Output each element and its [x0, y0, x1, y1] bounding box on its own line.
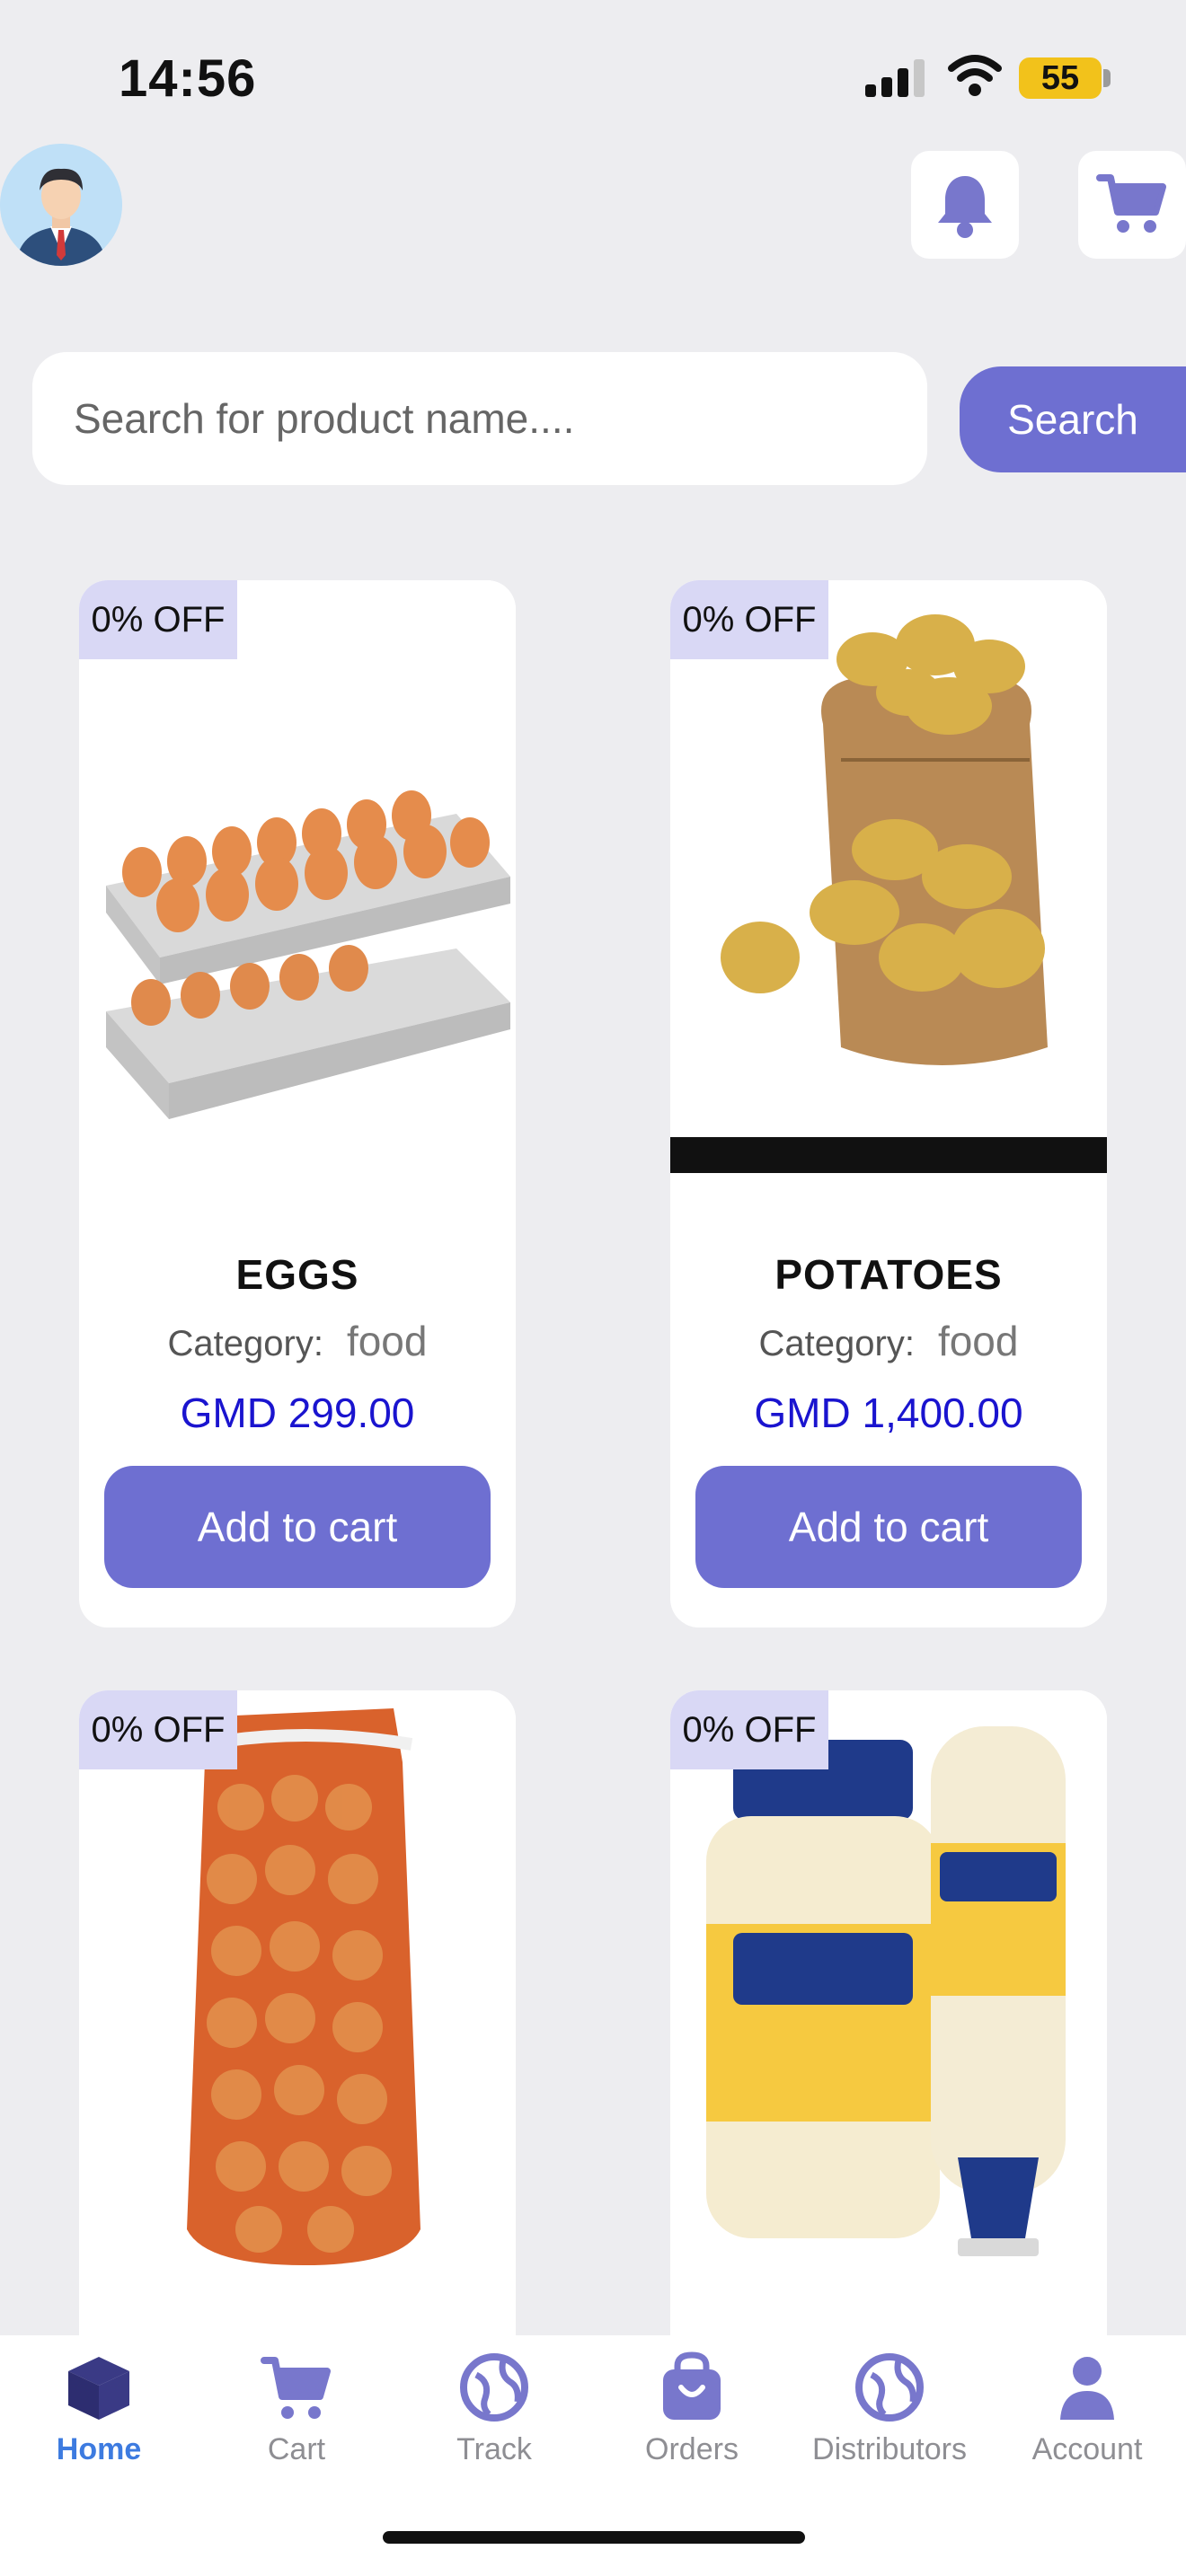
- notifications-button[interactable]: [911, 151, 1019, 259]
- bag-icon: [663, 2351, 721, 2420]
- status-time: 14:56: [119, 49, 257, 108]
- globe-icon: [460, 2353, 528, 2422]
- discount-badge: 0% OFF: [670, 580, 828, 659]
- product-card[interactable]: 0% OFF: [670, 1690, 1107, 2373]
- product-image-potatoes: [670, 580, 1107, 1173]
- header-cart-button[interactable]: [1078, 151, 1186, 259]
- product-name: EGGS: [235, 1251, 359, 1298]
- nav-orders[interactable]: Orders: [593, 2351, 791, 2477]
- home-indicator: [383, 2531, 805, 2544]
- discount-badge: 0% OFF: [79, 1690, 237, 1769]
- person-avatar-icon: [0, 144, 122, 266]
- product-name: POTATOES: [774, 1251, 1003, 1298]
- battery-indicator: 55: [1019, 57, 1102, 99]
- signal-icon: [865, 59, 925, 97]
- wifi-icon: [948, 55, 1002, 96]
- discount-badge: 0% OFF: [670, 1690, 828, 1769]
- add-to-cart-button[interactable]: Add to cart: [104, 1466, 491, 1588]
- product-category: Category: food: [167, 1318, 428, 1364]
- cart-icon: [261, 2357, 331, 2419]
- nav-track[interactable]: Track: [395, 2351, 593, 2477]
- avatar[interactable]: [0, 144, 122, 266]
- product-image-eggs: [79, 580, 516, 1173]
- battery-cap: [1103, 69, 1111, 87]
- discount-badge: 0% OFF: [79, 580, 237, 659]
- product-card[interactable]: 0% OFF: [79, 1690, 516, 2373]
- nav-cart[interactable]: Cart: [198, 2351, 395, 2477]
- nav-home[interactable]: Home: [0, 2351, 198, 2477]
- search-button[interactable]: Search: [960, 366, 1186, 472]
- cart-icon: [1096, 174, 1166, 233]
- globe-icon: [855, 2353, 924, 2422]
- add-to-cart-button[interactable]: Add to cart: [695, 1466, 1082, 1588]
- product-price: GMD 1,400.00: [754, 1389, 1023, 1436]
- person-icon: [1060, 2357, 1114, 2420]
- product-category: Category: food: [758, 1318, 1019, 1364]
- product-image-mayonnaise: [670, 1690, 1107, 2373]
- search-input[interactable]: [32, 352, 927, 485]
- box-icon: [68, 2357, 129, 2420]
- product-price: GMD 299.00: [180, 1389, 415, 1436]
- product-card[interactable]: 0% OFF POTATOES Category: food GMD 1,400.…: [670, 580, 1107, 1628]
- product-card[interactable]: 0% OFF EGGS Category: food GMD 299.00 Add…: [79, 580, 516, 1628]
- nav-distributors[interactable]: Distributors: [791, 2351, 988, 2477]
- nav-account[interactable]: Account: [988, 2351, 1186, 2477]
- bell-icon: [938, 176, 992, 238]
- product-image-onions: [79, 1690, 516, 2373]
